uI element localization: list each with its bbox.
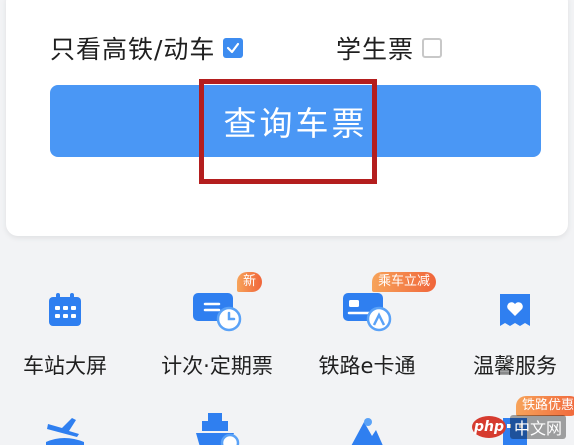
service-station-screen[interactable]: 车站大屏 xyxy=(0,282,130,380)
high-speed-label: 只看高铁/动车 xyxy=(50,35,216,64)
service-label: 车站大屏 xyxy=(23,354,107,378)
rail-discount-badge: 铁路优惠 xyxy=(516,396,574,416)
watermark: php 中文网 xyxy=(471,415,566,439)
service-count-ticket[interactable]: 新 计次·定期票 xyxy=(152,272,282,380)
student-checkbox[interactable] xyxy=(422,38,443,58)
watermark-text: 中文网 xyxy=(509,415,566,439)
heart-service-icon xyxy=(487,282,543,338)
watermark-logo: php xyxy=(471,416,506,438)
service-rail-ecard[interactable]: 乘车立减 铁路e卡通 xyxy=(302,272,437,380)
discount-badge: 乘车立减 xyxy=(372,272,437,292)
service-label: 计次·定期票 xyxy=(161,354,273,378)
student-label: 学生票 xyxy=(336,35,415,64)
service-row2-2[interactable] xyxy=(152,402,282,445)
service-label: 温馨服务 xyxy=(473,354,557,378)
service-label: 铁路e卡通 xyxy=(318,354,416,378)
service-row2-3[interactable] xyxy=(302,402,432,445)
check-icon xyxy=(227,42,240,54)
ship-icon xyxy=(189,402,245,445)
service-warm[interactable]: 温馨服务 xyxy=(450,282,574,380)
high-speed-option[interactable]: 只看高铁/动车 xyxy=(50,30,244,66)
service-row2-1[interactable] xyxy=(0,402,130,445)
high-speed-checkbox[interactable] xyxy=(223,38,244,58)
student-option[interactable]: 学生票 xyxy=(336,30,443,66)
mountain-icon xyxy=(339,402,395,445)
new-badge: 新 xyxy=(237,272,263,292)
calendar-screen-icon xyxy=(37,282,93,338)
plane-train-icon xyxy=(37,402,93,445)
search-tickets-button[interactable]: 查询车票 xyxy=(50,85,541,157)
search-card: 只看高铁/动车 学生票 查询车票 xyxy=(6,0,568,236)
